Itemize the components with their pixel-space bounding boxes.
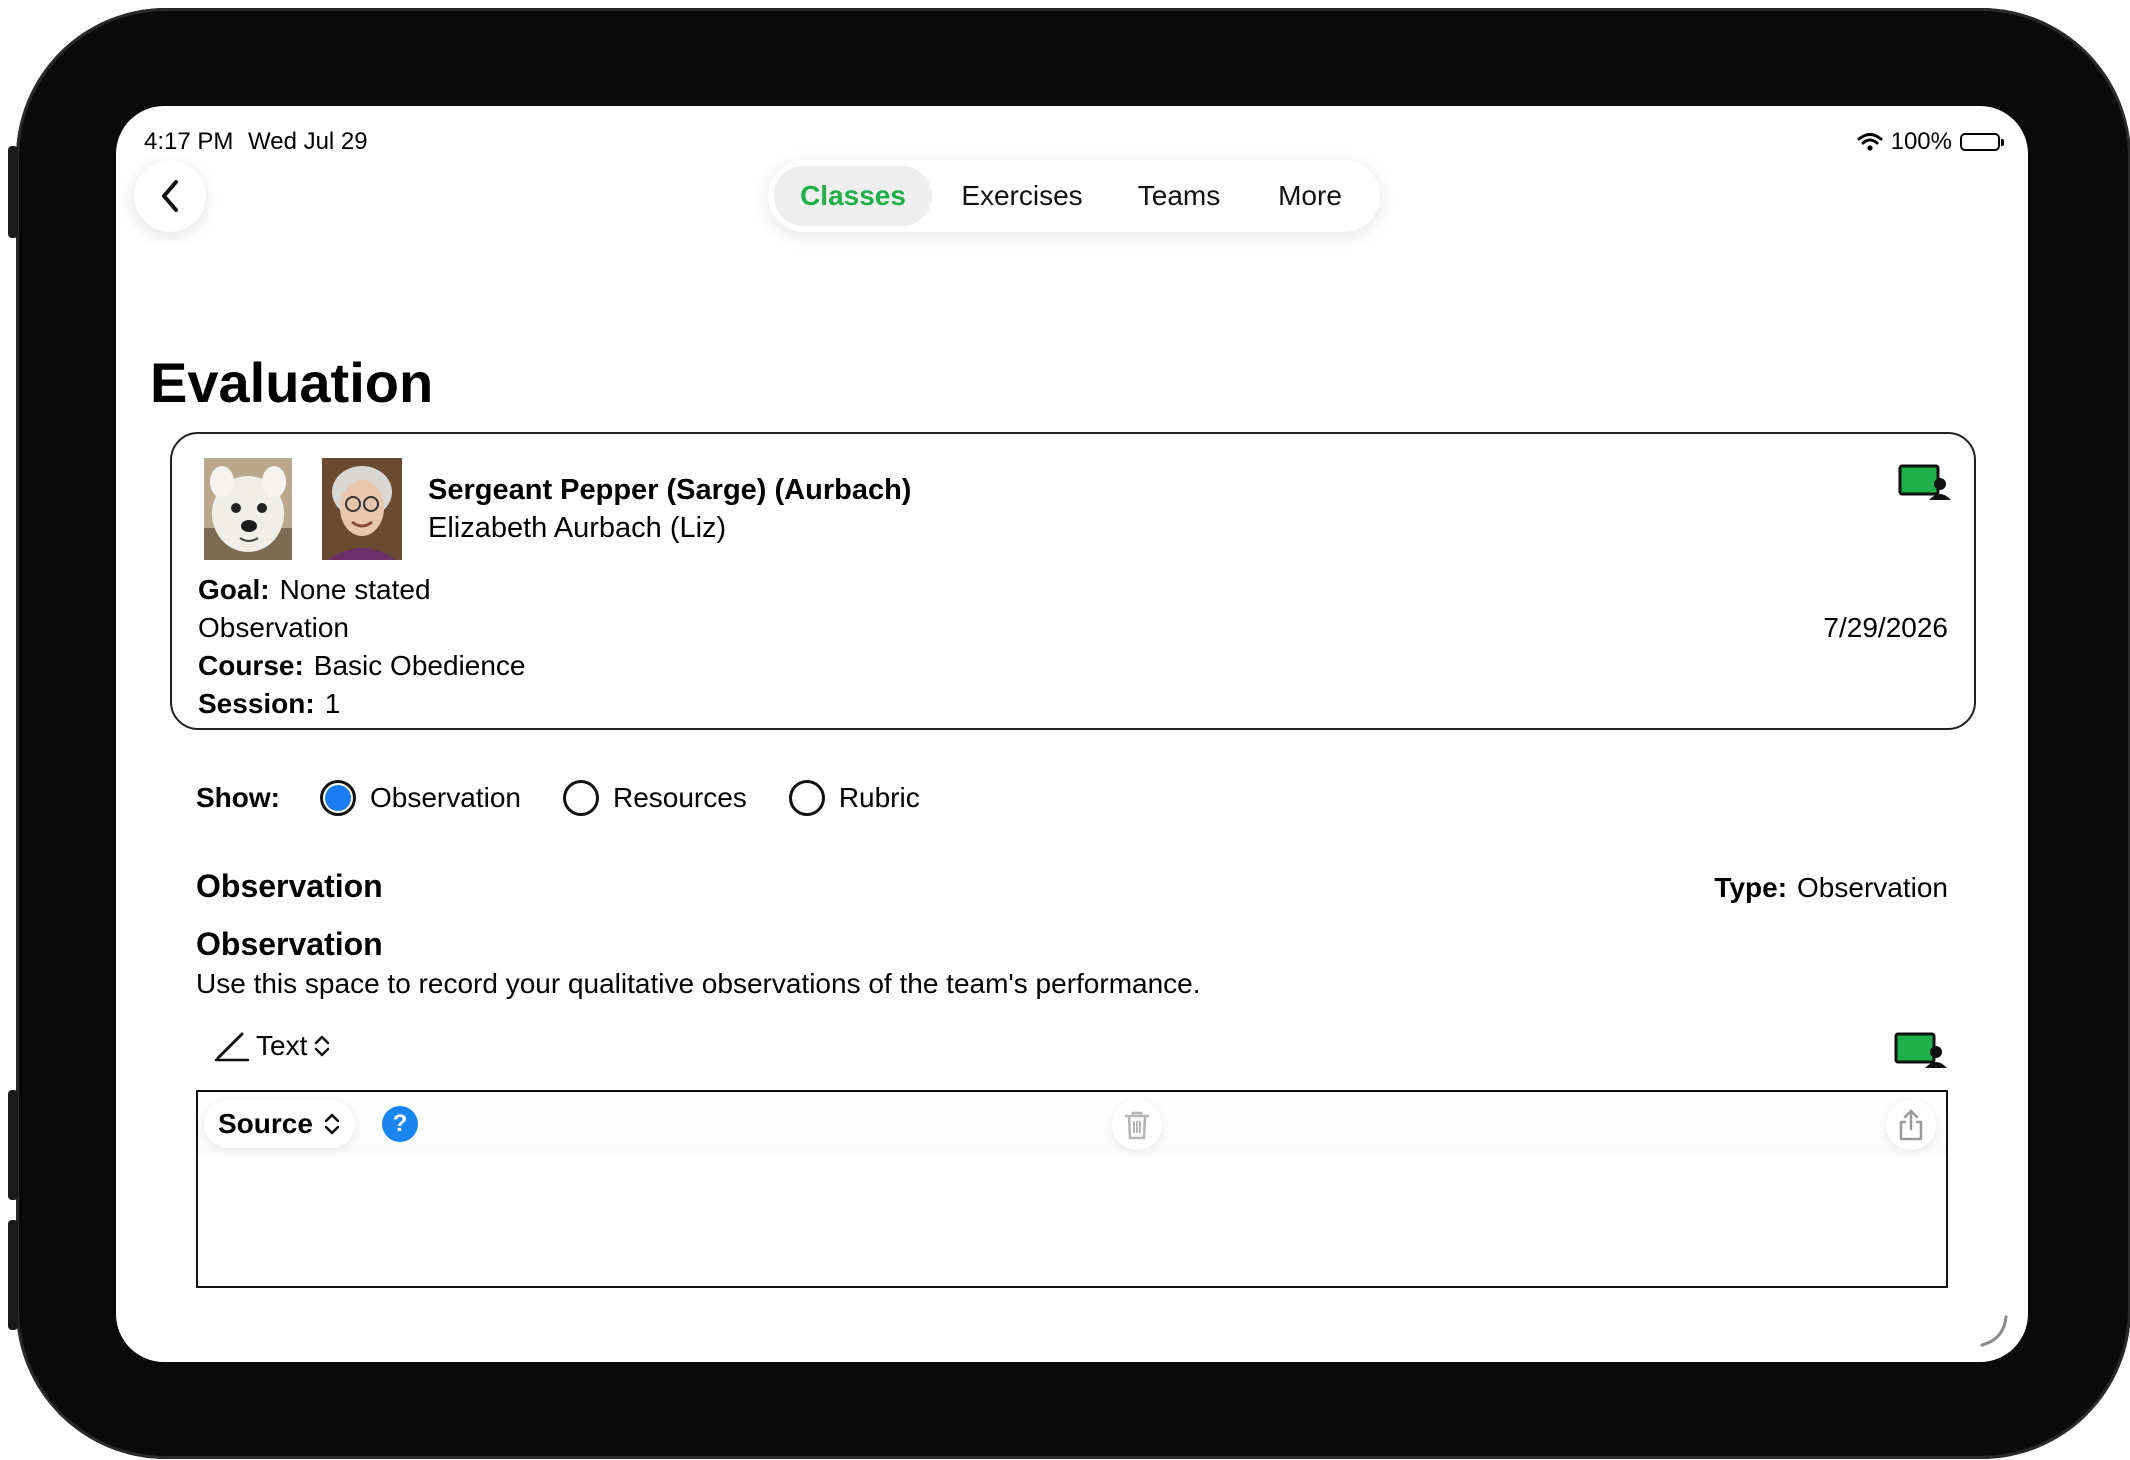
pencil-icon: [214, 1032, 250, 1062]
radio-selected-icon: [320, 780, 356, 816]
device-button: [8, 1090, 18, 1200]
tab-classes[interactable]: Classes: [774, 166, 932, 226]
status-bar: 4:17 PM Wed Jul 29 100%: [144, 120, 2004, 160]
radio-observation[interactable]: Observation: [320, 780, 521, 816]
handler-name: Elizabeth Aurbach (Liz): [428, 512, 727, 544]
session-value: 1: [324, 688, 341, 719]
section-title: Observation: [196, 868, 383, 904]
whiteboard-person-icon[interactable]: [1898, 462, 1952, 507]
show-label: Show:: [196, 782, 280, 813]
text-mode-label: Text: [256, 1030, 308, 1061]
tab-exercises[interactable]: Exercises: [932, 166, 1112, 226]
trash-icon: [1124, 1111, 1150, 1140]
tab-bar: Classes Exercises Teams More: [768, 160, 1380, 232]
status-date: Wed Jul 29: [248, 128, 368, 155]
goal-label: Goal:: [198, 574, 270, 605]
up-down-chevron-icon: [315, 1035, 330, 1057]
delete-button[interactable]: [1112, 1100, 1162, 1150]
battery-percent: 100%: [1890, 128, 1952, 155]
type-label: Type:: [1714, 872, 1788, 903]
app-screen: 4:17 PM Wed Jul 29 100% Classes Exercise…: [116, 106, 2028, 1362]
course-value: Basic Obedience: [313, 650, 526, 681]
eval-type: Observation: [198, 612, 349, 643]
whiteboard-person-icon[interactable]: [1894, 1030, 1948, 1075]
chevron-left-icon: [162, 180, 178, 212]
radio-label: Resources: [612, 782, 747, 813]
page-title: Evaluation: [150, 351, 434, 414]
team-card: Sergeant Pepper (Sarge) (Aurbach) Elizab…: [170, 432, 1976, 730]
resize-grip-icon[interactable]: [1974, 1313, 2010, 1354]
battery-icon: [1960, 133, 2004, 151]
editor-toolbar: Source ?: [198, 1092, 1946, 1156]
radio-empty-icon: [562, 780, 599, 816]
item-title: Observation: [196, 926, 383, 962]
item-description: Use this space to record your qualitativ…: [196, 968, 1201, 999]
goal-value: None stated: [279, 574, 431, 605]
radio-label: Rubric: [838, 782, 920, 813]
status-time: 4:17 PM: [144, 128, 234, 155]
radio-label: Observation: [370, 782, 521, 813]
observation-text-area[interactable]: [198, 1156, 1946, 1286]
session-label: Session:: [198, 688, 315, 719]
team-name: Sergeant Pepper (Sarge) (Aurbach): [428, 474, 912, 506]
handler-photo: [322, 458, 402, 560]
share-icon: [1899, 1109, 1923, 1141]
device-button: [8, 1220, 18, 1330]
radio-empty-icon: [788, 780, 825, 816]
show-selector: Show: Observation Resources Rubric: [196, 776, 962, 820]
up-down-chevron-icon: [324, 1113, 340, 1135]
tab-teams[interactable]: Teams: [1112, 166, 1246, 226]
tab-more[interactable]: More: [1246, 166, 1374, 226]
share-button[interactable]: [1886, 1100, 1936, 1150]
course-label: Course:: [198, 650, 304, 681]
type-value: Observation: [1797, 872, 1948, 903]
goal-line: Goal: None stated: [198, 574, 431, 606]
dog-photo: [204, 458, 292, 560]
source-label: Source: [218, 1108, 313, 1139]
source-picker-button[interactable]: Source: [204, 1100, 355, 1148]
course-line: Course: Basic Obedience: [198, 650, 525, 682]
eval-date: 7/29/2026: [1823, 612, 1948, 643]
radio-resources[interactable]: Resources: [562, 780, 747, 816]
text-mode-picker[interactable]: Text: [214, 1030, 331, 1062]
device-button: [8, 146, 18, 238]
help-button[interactable]: ?: [382, 1106, 418, 1142]
wifi-icon: [1857, 133, 1883, 151]
radio-rubric[interactable]: Rubric: [788, 780, 920, 816]
observation-editor: Source ?: [196, 1090, 1948, 1288]
type-line: Type: Observation: [1714, 872, 1948, 904]
status-right: 100%: [1857, 128, 2004, 156]
session-line: Session: 1: [198, 688, 340, 720]
back-button[interactable]: [134, 160, 206, 232]
